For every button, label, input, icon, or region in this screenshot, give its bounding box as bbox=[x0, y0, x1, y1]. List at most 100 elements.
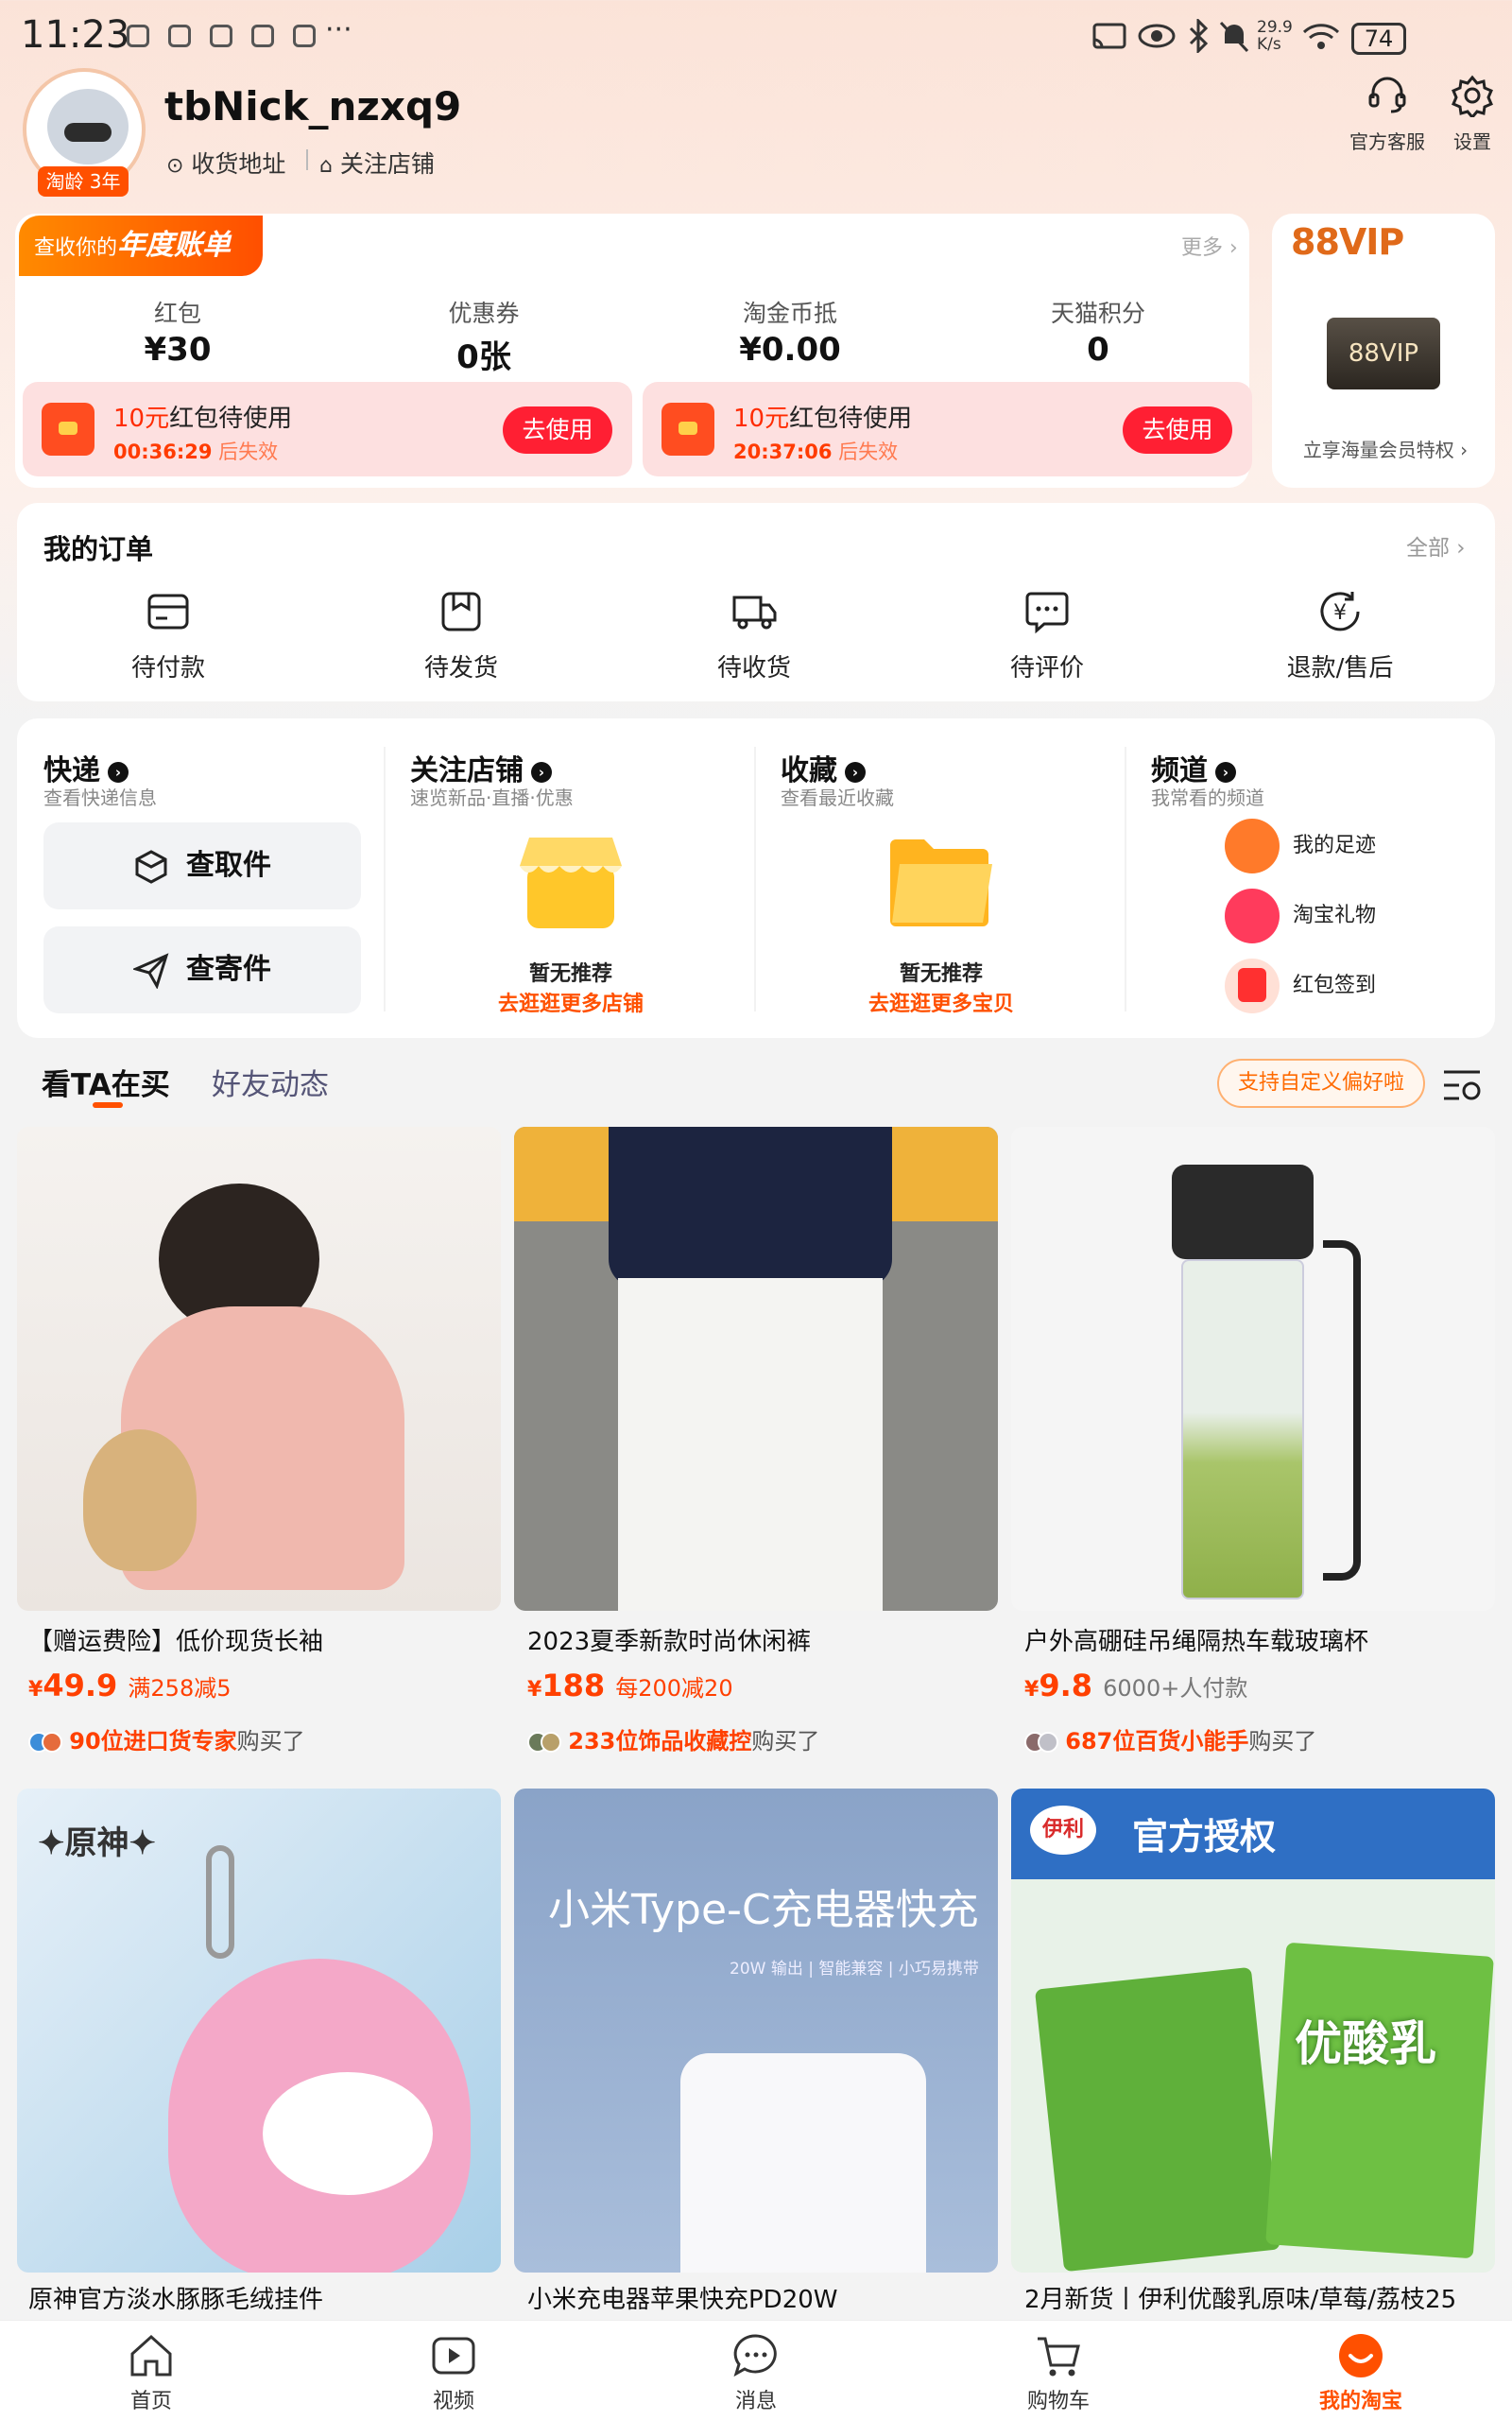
status-time: 11:23 bbox=[21, 13, 130, 57]
coupon-title: 10元红包待使用 bbox=[113, 405, 293, 433]
nav-my-taobao[interactable]: 我的淘宝 bbox=[1295, 2331, 1427, 2414]
favorites-explore-link[interactable]: 去逛逛更多宝贝 bbox=[847, 987, 1036, 1017]
headset-icon bbox=[1368, 77, 1406, 113]
notification-icon bbox=[127, 25, 149, 47]
divider bbox=[754, 747, 756, 1011]
favorites-subtitle: 查看最近收藏 bbox=[781, 786, 894, 809]
product-photo-ring bbox=[206, 1845, 234, 1959]
product-image[interactable]: ✦原神✦ bbox=[17, 1789, 501, 2273]
product-brand-text: ✦原神✦ bbox=[38, 1824, 156, 1862]
chevron-right-icon: › bbox=[1215, 761, 1236, 783]
product-image[interactable] bbox=[514, 1127, 998, 1611]
red-packet-checkin-icon bbox=[1225, 959, 1280, 1013]
gift-icon bbox=[1225, 889, 1280, 943]
product-title[interactable]: 原神官方淡水豚豚毛绒挂件 bbox=[28, 2280, 512, 2315]
shops-explore-link[interactable]: 去逛逛更多店铺 bbox=[476, 987, 665, 1017]
nav-cart[interactable]: 购物车 bbox=[992, 2331, 1125, 2414]
product-title[interactable]: 【赠运费险】低价现货长袖 bbox=[28, 1622, 512, 1657]
coupon-reminder[interactable]: 10元红包待使用 00:36:29 后失效 去使用 bbox=[23, 382, 632, 476]
message-icon bbox=[733, 2334, 777, 2377]
red-packet-value[interactable]: ¥30 bbox=[83, 331, 272, 369]
buyer-avatar bbox=[42, 1732, 62, 1753]
home-icon bbox=[130, 2334, 172, 2377]
pickup-query-button[interactable]: 查取件 bbox=[43, 822, 361, 909]
product-photo-pants bbox=[618, 1278, 883, 1611]
product-packaging-text: 优酸乳 bbox=[1295, 2016, 1436, 2071]
address-link[interactable]: ⊙ 收货地址 bbox=[166, 146, 285, 180]
wallet-icon bbox=[147, 594, 189, 630]
product-image[interactable]: 伊利 官方授权 优酸乳 bbox=[1011, 1789, 1495, 2273]
assets-more-link[interactable]: 更多 › bbox=[1181, 231, 1238, 261]
product-price: ¥9.8 6000+人付款 bbox=[1024, 1668, 1248, 1703]
product-title[interactable]: 户外高硼硅吊绳隔热车载玻璃杯 bbox=[1024, 1622, 1508, 1657]
gold-coin-value[interactable]: ¥0.00 bbox=[696, 331, 885, 369]
buyer-avatar bbox=[541, 1732, 561, 1753]
product-image[interactable]: 小米Type-C充电器快充 20W 输出 | 智能兼容 | 小巧易携带 bbox=[514, 1789, 998, 2273]
order-pending-shipment[interactable]: 待发货 bbox=[367, 588, 556, 683]
bluetooth-icon bbox=[1189, 19, 1209, 53]
avatar-eyes bbox=[64, 123, 112, 142]
notification-icon bbox=[293, 25, 316, 47]
footprint-icon bbox=[1225, 819, 1280, 873]
cast-icon bbox=[1092, 23, 1126, 49]
annual-bill-banner[interactable]: 查收你的年度账单 bbox=[19, 216, 263, 276]
brand-logo: 伊利 bbox=[1030, 1806, 1096, 1855]
customer-service-button[interactable]: 官方客服 bbox=[1340, 74, 1435, 154]
tab-friends-buying[interactable]: 看TA在买 bbox=[42, 1061, 170, 1103]
product-buyers: 90位进口货专家购买了 bbox=[28, 1722, 305, 1755]
vip-subtitle[interactable]: 立享海量会员特权 › bbox=[1281, 435, 1489, 462]
nav-messages[interactable]: 消息 bbox=[690, 2331, 822, 2414]
notification-icon bbox=[168, 25, 191, 47]
settings-button[interactable]: 设置 bbox=[1425, 74, 1512, 154]
order-pending-payment[interactable]: 待付款 bbox=[74, 588, 263, 683]
cart-icon bbox=[1038, 2337, 1080, 2377]
use-coupon-button[interactable]: 去使用 bbox=[1123, 406, 1232, 454]
product-title[interactable]: 小米充电器苹果快充PD20W bbox=[527, 2280, 1011, 2315]
product-photo-strap bbox=[1323, 1240, 1361, 1581]
order-pending-receipt[interactable]: 待收货 bbox=[660, 588, 849, 683]
stat-label: 天猫积分 bbox=[1050, 300, 1145, 327]
product-image[interactable] bbox=[17, 1127, 501, 1611]
order-refund[interactable]: ¥ 退款/售后 bbox=[1246, 588, 1435, 683]
overflow-indicator: ··· bbox=[325, 13, 352, 46]
battery-indicator: 74 bbox=[1351, 23, 1406, 55]
filter-list-icon[interactable] bbox=[1442, 1068, 1484, 1102]
order-pending-review[interactable]: 待评价 bbox=[953, 588, 1142, 683]
divider bbox=[1125, 747, 1126, 1011]
followed-shops-link[interactable]: ⌂ 关注店铺 bbox=[319, 146, 435, 180]
product-photo-carton bbox=[1265, 1942, 1494, 2259]
notification-icon bbox=[251, 25, 274, 47]
custom-preference-button[interactable]: 支持自定义偏好啦 bbox=[1217, 1059, 1425, 1108]
divider bbox=[384, 747, 386, 1011]
shop-illustration-icon bbox=[520, 838, 622, 928]
nav-video[interactable]: 视频 bbox=[387, 2331, 520, 2414]
tab-friends-activity[interactable]: 好友动态 bbox=[212, 1061, 329, 1103]
username[interactable]: tbNick_nzxq9 bbox=[164, 83, 461, 130]
folder-illustration-icon bbox=[890, 839, 992, 926]
favorites-empty-text: 暂无推荐 bbox=[899, 962, 983, 986]
coupon-countdown: 20:37:06 后失效 bbox=[733, 441, 899, 463]
channel-checkin[interactable]: 红包签到 bbox=[1225, 959, 1470, 1013]
red-packet-icon bbox=[42, 403, 94, 456]
coupon-count[interactable]: 0张 bbox=[389, 331, 578, 377]
nav-home[interactable]: 首页 bbox=[85, 2331, 217, 2414]
coupon-reminder[interactable]: 10元红包待使用 20:37:06 后失效 去使用 bbox=[643, 382, 1252, 476]
product-title[interactable]: 2023夏季新款时尚休闲裤 bbox=[527, 1622, 1011, 1657]
product-price: ¥49.9 满258减5 bbox=[28, 1668, 232, 1703]
tmall-points-value[interactable]: 0 bbox=[1004, 331, 1193, 369]
chevron-right-icon: › bbox=[845, 761, 866, 783]
active-tab-indicator bbox=[93, 1102, 123, 1108]
refund-icon: ¥ bbox=[1320, 592, 1360, 631]
product-banner-text: 官方授权 bbox=[1132, 1816, 1277, 1858]
use-coupon-button[interactable]: 去使用 bbox=[503, 406, 612, 454]
followed-shops-subtitle: 速览新品·直播·优惠 bbox=[410, 786, 574, 809]
product-title[interactable]: 2月新货丨伊利优酸乳原味/草莓/荔枝25 bbox=[1024, 2280, 1508, 2315]
send-icon bbox=[131, 952, 169, 990]
channel-gifts[interactable]: 淘宝礼物 bbox=[1225, 889, 1470, 943]
channel-footprint[interactable]: 我的足迹 bbox=[1225, 819, 1470, 873]
orders-all-link[interactable]: 全部 › bbox=[1406, 529, 1466, 562]
product-image[interactable] bbox=[1011, 1127, 1495, 1611]
wifi-icon bbox=[1302, 24, 1340, 49]
send-query-button[interactable]: 查寄件 bbox=[43, 926, 361, 1013]
product-buyers: 233位饰品收藏控购买了 bbox=[527, 1722, 819, 1755]
